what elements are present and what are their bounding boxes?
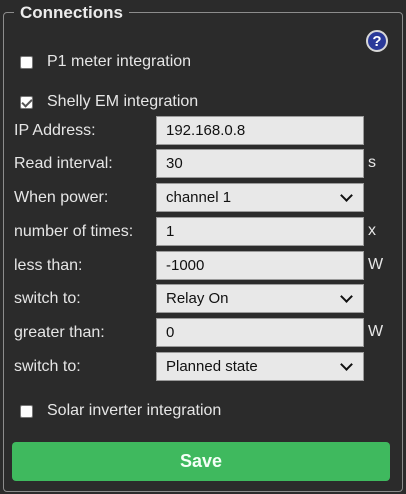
less-than-value: -1000 — [166, 257, 205, 274]
ip-address-label: IP Address: — [14, 122, 96, 139]
shelly-em-label: Shelly EM integration — [47, 93, 199, 110]
solar-inverter-row[interactable]: Solar inverter integration — [20, 402, 221, 420]
switch-to-select-2[interactable]: Planned state — [156, 352, 364, 381]
number-of-times-unit: x — [368, 222, 376, 239]
switch-to-value-1: Relay On — [166, 290, 229, 307]
save-button[interactable]: Save — [12, 442, 390, 481]
less-than-unit: W — [368, 256, 384, 273]
less-than-label: less than: — [14, 257, 83, 274]
when-power-select[interactable]: channel 1 — [156, 183, 364, 212]
switch-to-label-1: switch to: — [14, 290, 81, 307]
read-interval-input[interactable]: 30 — [156, 149, 364, 178]
read-interval-unit: s — [368, 154, 376, 171]
read-interval-label: Read interval: — [14, 155, 113, 172]
shelly-em-row[interactable]: Shelly EM integration — [20, 93, 198, 111]
switch-to-select-1[interactable]: Relay On — [156, 284, 364, 313]
p1-meter-row[interactable]: P1 meter integration — [20, 53, 191, 71]
ip-address-value: 192.168.0.8 — [166, 122, 246, 139]
ip-address-input[interactable]: 192.168.0.8 — [156, 116, 364, 145]
help-icon[interactable]: ? — [366, 30, 388, 52]
when-power-label: When power: — [14, 189, 109, 206]
solar-inverter-label: Solar inverter integration — [47, 402, 222, 419]
section-title: Connections — [14, 4, 129, 22]
read-interval-value: 30 — [166, 155, 183, 172]
less-than-input[interactable]: -1000 — [156, 251, 364, 280]
number-of-times-input[interactable]: 1 — [156, 217, 364, 246]
chevron-down-icon — [340, 189, 353, 202]
greater-than-value: 0 — [166, 324, 175, 341]
number-of-times-label: number of times: — [14, 223, 134, 240]
p1-meter-checkbox[interactable] — [20, 55, 33, 69]
when-power-value: channel 1 — [166, 189, 232, 206]
switch-to-label-2: switch to: — [14, 358, 81, 375]
chevron-down-icon — [340, 290, 353, 303]
switch-to-value-2: Planned state — [166, 358, 258, 375]
p1-meter-label: P1 meter integration — [47, 53, 192, 70]
number-of-times-value: 1 — [166, 223, 175, 240]
solar-inverter-checkbox[interactable] — [20, 404, 33, 418]
chevron-down-icon — [340, 358, 353, 371]
shelly-em-checkbox[interactable] — [20, 95, 33, 109]
greater-than-input[interactable]: 0 — [156, 318, 364, 347]
greater-than-label: greater than: — [14, 324, 105, 341]
greater-than-unit: W — [368, 323, 384, 340]
